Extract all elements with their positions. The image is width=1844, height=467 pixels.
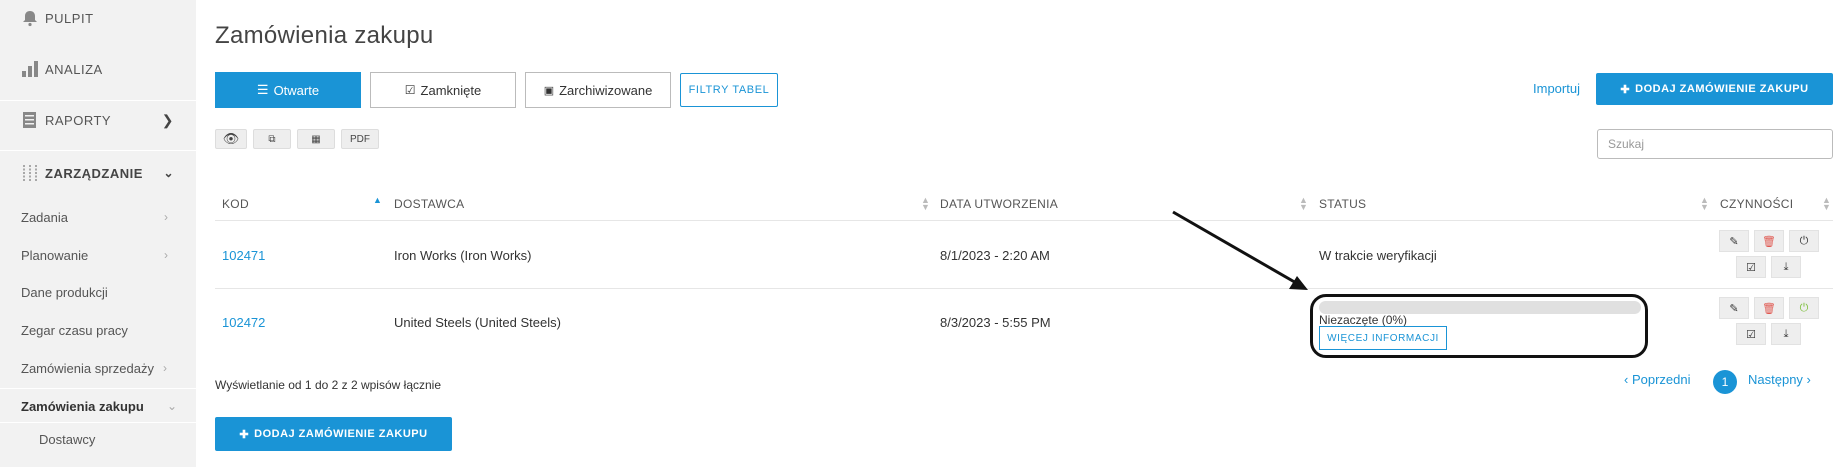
page-1-button[interactable]: 1 xyxy=(1713,370,1737,394)
add-purchase-order-bottom-button[interactable]: ✚ DODAJ ZAMÓWIENIE ZAKUPU xyxy=(215,417,452,451)
table-summary: Wyświetlanie od 1 do 2 z 2 wpisów łączni… xyxy=(215,378,442,392)
button-label: DODAJ ZAMÓWIENIE ZAKUPU xyxy=(254,428,428,440)
prev-page-link[interactable]: ‹ Poprzedni xyxy=(1624,372,1690,387)
annotation-arrow xyxy=(1172,210,1308,290)
next-page-link[interactable]: Następny › xyxy=(1748,372,1811,387)
app: PULPIT ANALIZA RAPORTY ❯ ZARZĄDZANIE ⌄ Z… xyxy=(0,0,1844,467)
plus-icon: ✚ xyxy=(239,428,250,441)
